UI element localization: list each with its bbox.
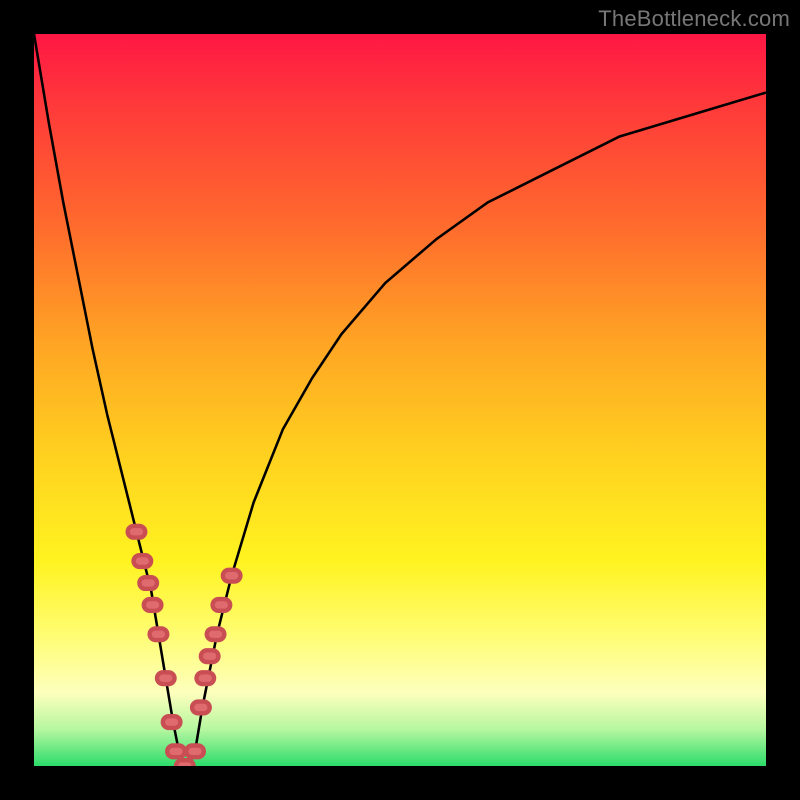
curve-marker (128, 526, 146, 538)
curve-marker (201, 650, 219, 662)
curve-marker (176, 760, 194, 766)
chart-frame: TheBottleneck.com (0, 0, 800, 800)
curve-marker (157, 672, 175, 684)
curve-marker (192, 702, 210, 714)
curve-marker (150, 628, 168, 640)
curve-marker (134, 555, 152, 567)
curve-marker (139, 577, 157, 589)
curve-marker (213, 599, 231, 611)
curve-marker (144, 599, 162, 611)
curve-marker (223, 570, 241, 582)
curve-marker (167, 746, 185, 758)
curve-marker (207, 628, 225, 640)
watermark-text: TheBottleneck.com (598, 6, 790, 32)
bottleneck-curve (34, 34, 766, 766)
plot-area (34, 34, 766, 766)
curve-marker (197, 672, 215, 684)
curve-marker (186, 746, 204, 758)
marker-group (128, 526, 241, 766)
curve-marker (163, 716, 181, 728)
curve-layer (34, 34, 766, 766)
